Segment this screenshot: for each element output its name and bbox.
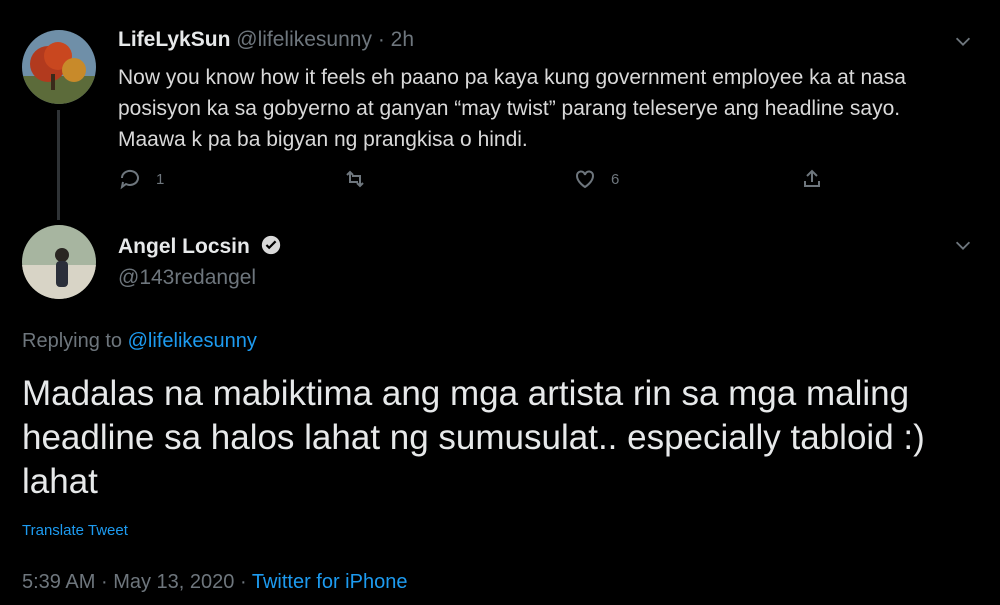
meta-separator-2: ·	[239, 571, 247, 593]
meta-separator-1: ·	[100, 571, 108, 593]
heart-icon	[576, 170, 594, 189]
reply-time[interactable]: 2h	[391, 28, 414, 51]
autumn-tree-photo	[22, 30, 96, 104]
replying-to-handle[interactable]: @lifelikesunny	[128, 330, 257, 352]
reply-action-like[interactable]: 6	[573, 167, 619, 191]
reply-text: Now you know how it feels eh paano pa ka…	[118, 66, 906, 151]
reply-header: LifeLykSun @lifelikesunny · 2h	[118, 28, 414, 52]
tweet-time[interactable]: 5:39 AM	[22, 571, 95, 593]
thread-line	[57, 110, 60, 220]
verified-badge-icon	[262, 235, 281, 255]
retweet-icon	[346, 170, 364, 188]
main-avatar[interactable]	[22, 225, 96, 299]
share-icon	[804, 169, 820, 187]
like-count: 6	[611, 170, 620, 188]
tweet-source[interactable]: Twitter for iPhone	[252, 571, 408, 593]
replying-prefix: Replying to	[22, 330, 123, 352]
reply-action-retweet[interactable]	[343, 167, 367, 191]
reply-action-reply[interactable]: 1	[118, 167, 164, 191]
main-more-chevron-icon[interactable]	[952, 234, 974, 262]
main-tweet-text: Madalas na mabiktima ang mga artista rin…	[22, 374, 925, 501]
main-author-name[interactable]: Angel Locsin	[118, 235, 250, 258]
replying-to: Replying to @lifelikesunny	[22, 330, 257, 353]
reply-author-name[interactable]: LifeLykSun	[118, 28, 230, 51]
tweet-meta: 5:39 AM · May 13, 2020 · Twitter for iPh…	[22, 571, 407, 594]
main-header: Angel Locsin	[118, 234, 282, 259]
reply-avatar[interactable]	[22, 30, 96, 104]
translate-tweet-link[interactable]: Translate Tweet	[22, 522, 128, 539]
reply-action-share[interactable]	[800, 167, 824, 191]
reply-count: 1	[156, 170, 165, 188]
profile-photo	[22, 225, 96, 299]
reply-icon	[120, 169, 139, 190]
reply-separator: ·	[377, 28, 385, 51]
main-author-handle[interactable]: @143redangel	[118, 266, 256, 290]
reply-author-handle[interactable]: @lifelikesunny	[236, 28, 372, 51]
tweet-date[interactable]: May 13, 2020	[113, 571, 234, 593]
reply-more-chevron-icon[interactable]	[952, 30, 974, 58]
